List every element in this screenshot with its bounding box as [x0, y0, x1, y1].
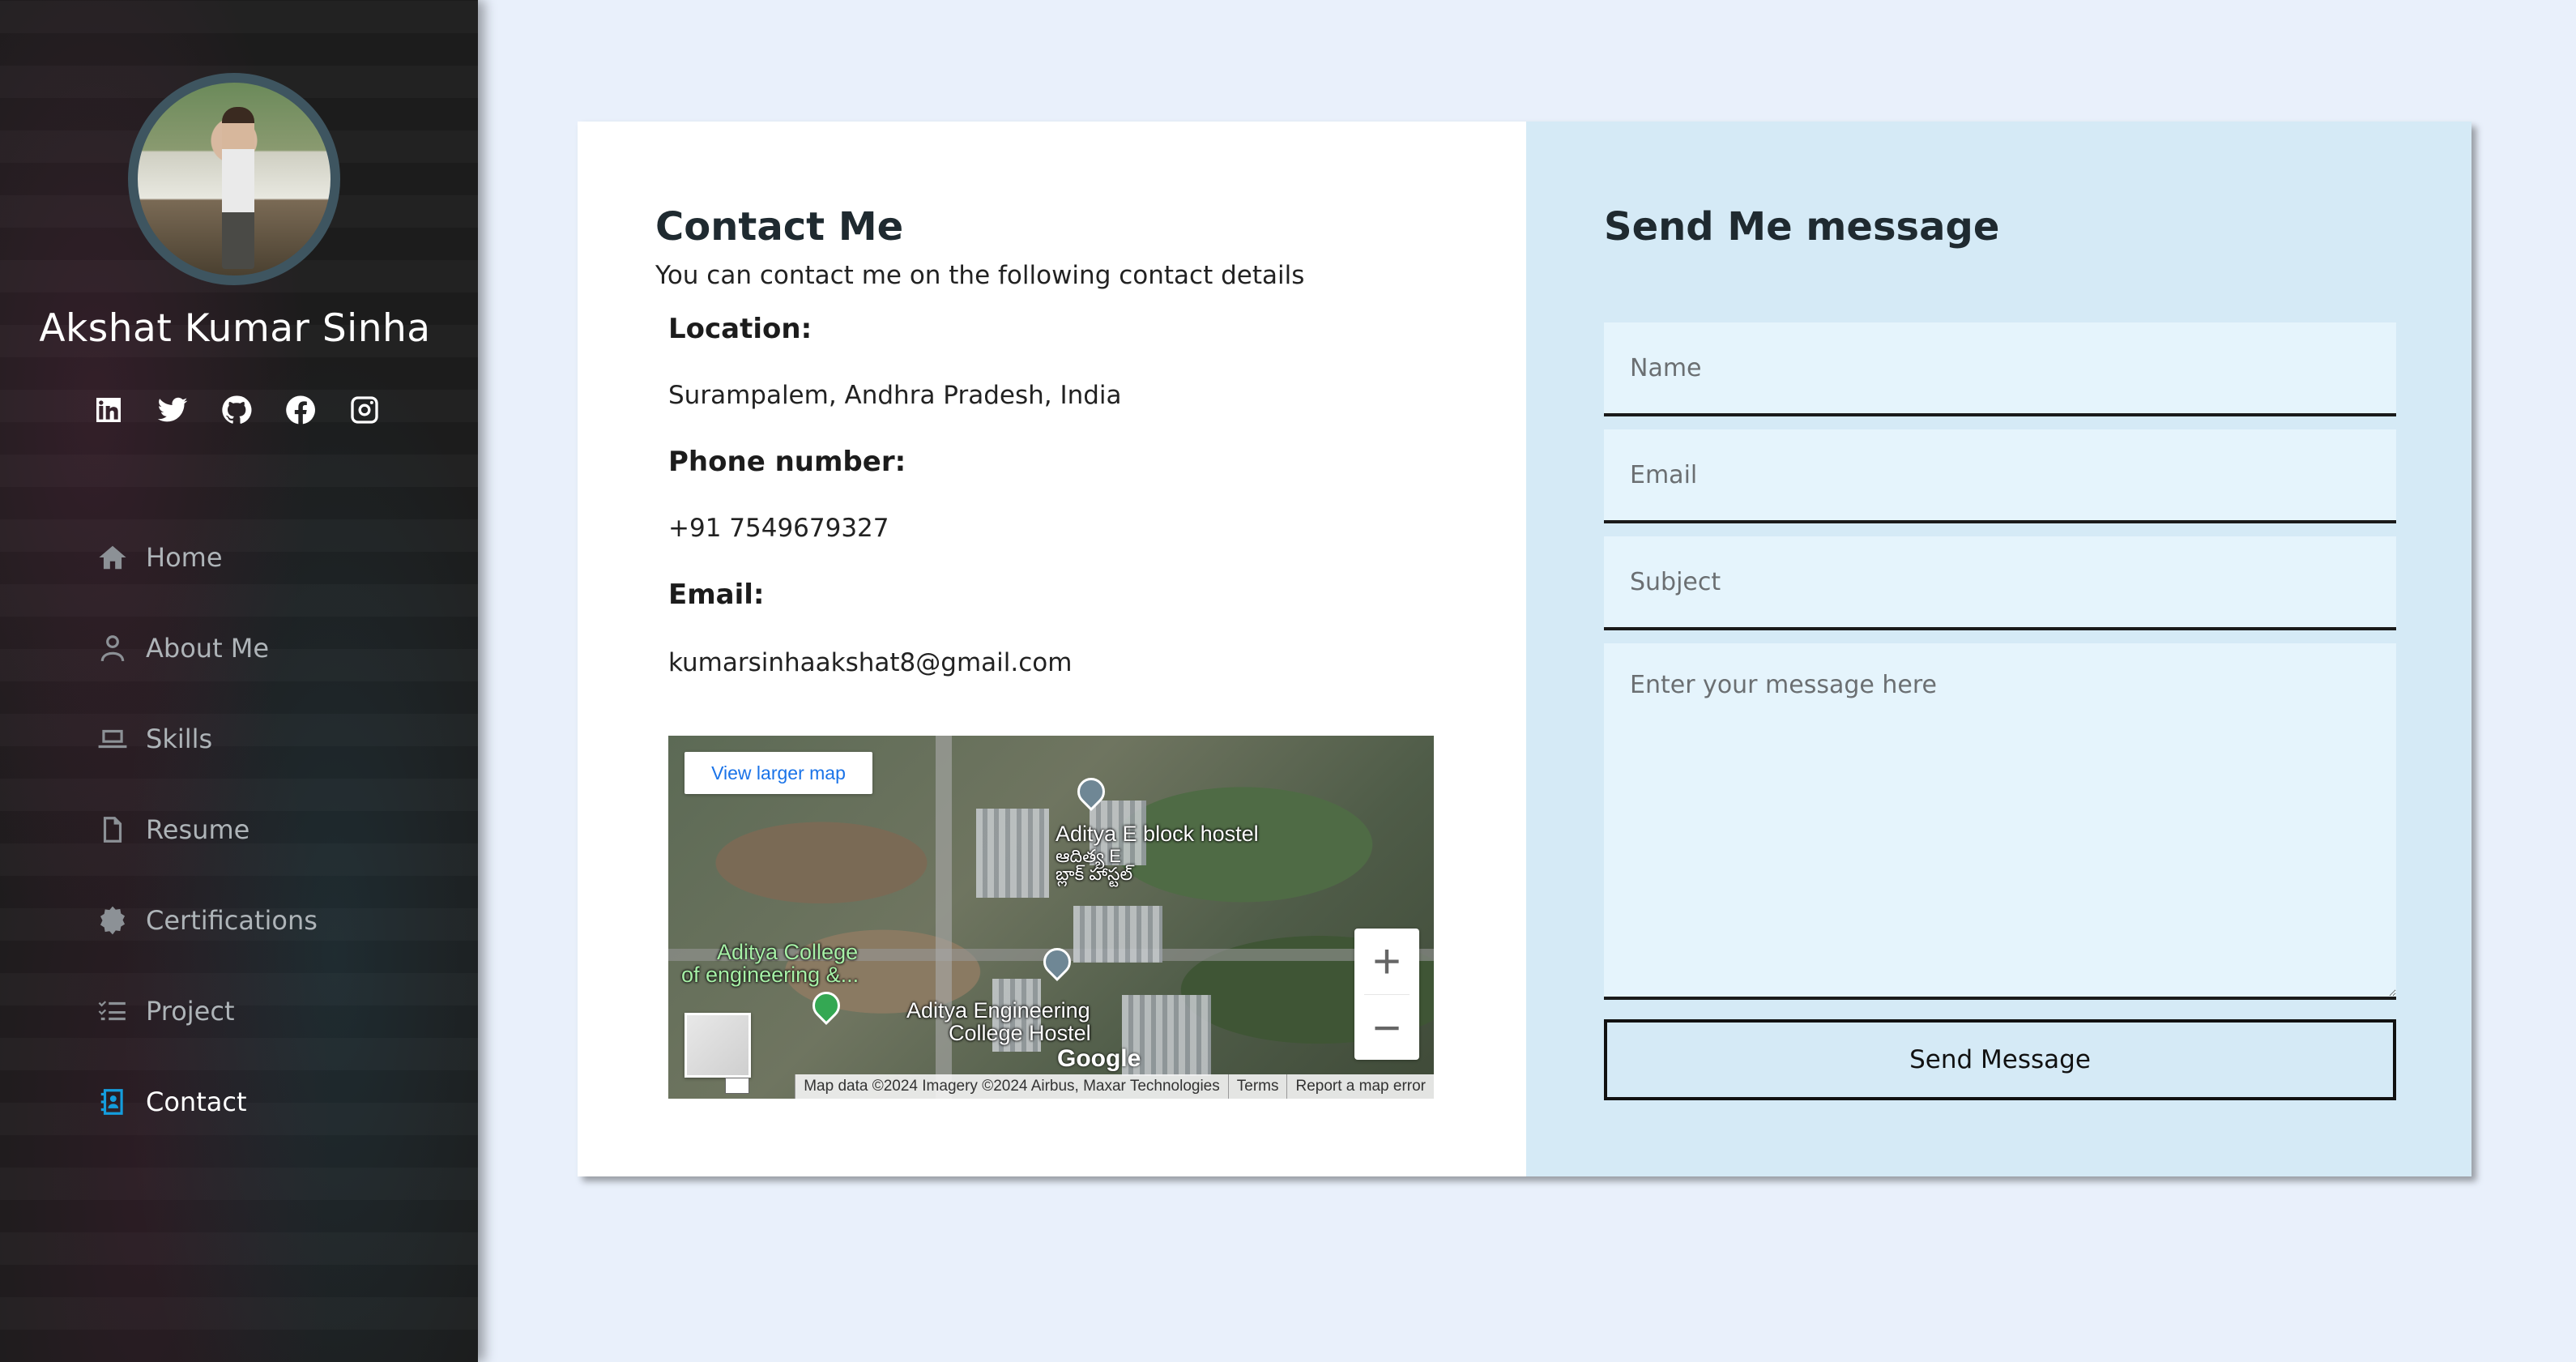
sidebar-item-resume[interactable]: Resume	[97, 807, 249, 852]
map-attribution: Map data ©2024 Imagery ©2024 Airbus, Max…	[795, 1074, 1228, 1099]
sidebar-item-skills[interactable]: Skills	[97, 716, 212, 762]
map-label-college-line2: of engineering &...	[681, 963, 859, 987]
message-form-panel: Send Me message Send Message	[1526, 122, 2472, 1176]
sidebar-item-label: Home	[146, 542, 223, 573]
sidebar-item-label: Resume	[146, 814, 250, 845]
map-label-college-line1: Aditya College	[717, 940, 859, 964]
twitter-link[interactable]	[156, 394, 189, 426]
zoom-out-button[interactable]: −	[1354, 995, 1419, 1061]
keyboard-shortcuts-icon[interactable]	[725, 1078, 749, 1094]
email-label: Email:	[668, 579, 765, 611]
view-larger-map-button[interactable]: View larger map	[685, 752, 872, 794]
google-logo: Google	[1057, 1045, 1141, 1072]
map-type-toggle[interactable]	[685, 1013, 751, 1078]
user-icon	[100, 635, 125, 661]
contact-title: Contact Me	[655, 204, 904, 250]
contact-card: Contact Me You can contact me on the fol…	[578, 122, 2472, 1176]
sidebar-item-home[interactable]: Home	[97, 535, 223, 580]
linkedin-icon	[96, 398, 121, 422]
phone-value: +91 7549679327	[668, 514, 889, 543]
name-input[interactable]	[1604, 322, 2396, 416]
location-label: Location:	[668, 313, 812, 345]
list-icon	[98, 1001, 126, 1021]
sidebar-item-certifications[interactable]: Certifications	[97, 898, 318, 943]
home-icon	[99, 545, 126, 570]
profile-name: Akshat Kumar Sinha	[39, 306, 431, 351]
social-links	[92, 394, 381, 426]
map-footer: Map data ©2024 Imagery ©2024 Airbus, Max…	[668, 1074, 1434, 1099]
map-building	[976, 809, 1049, 898]
map-label-hostel: Aditya E block hostel	[1056, 822, 1259, 846]
contact-card-icon	[100, 1089, 123, 1115]
form-title: Send Me message	[1604, 204, 2000, 250]
sidebar-item-project[interactable]: Project	[97, 988, 234, 1034]
map-label-hostel-local: ఆదిత్య E బ్లాక్ హాస్టల్	[1056, 846, 1133, 884]
sidebar-item-label: About Me	[146, 633, 270, 664]
contact-intro: You can contact me on the following cont…	[655, 261, 1305, 290]
sidebar-item-about[interactable]: About Me	[97, 625, 269, 671]
send-message-button[interactable]: Send Message	[1604, 1019, 2396, 1100]
avatar	[128, 73, 340, 285]
college-pin-icon[interactable]	[806, 985, 847, 1026]
message-textarea[interactable]	[1604, 643, 2396, 1000]
zoom-in-button[interactable]: +	[1354, 929, 1419, 994]
hostel-pin-icon[interactable]	[1037, 941, 1077, 982]
map-building	[1073, 906, 1162, 963]
sidebar-item-label: Certifications	[146, 905, 318, 936]
phone-label: Phone number:	[668, 446, 906, 478]
sidebar-item-label: Project	[146, 996, 235, 1027]
sidebar-item-label: Skills	[146, 724, 213, 754]
email-input[interactable]	[1604, 429, 2396, 523]
sidebar-item-label: Contact	[146, 1087, 247, 1117]
github-link[interactable]	[220, 394, 253, 426]
map-report-error-link[interactable]: Report a map error	[1286, 1074, 1434, 1099]
map-label-eng-line1: Aditya Engineering	[906, 998, 1090, 1023]
facebook-link[interactable]	[284, 394, 317, 426]
avatar-photo	[222, 107, 254, 269]
email-value: kumarsinhaakshat8@gmail.com	[668, 648, 1073, 677]
laptop-icon	[98, 729, 127, 749]
file-icon	[103, 817, 122, 843]
map-zoom-controls: + −	[1354, 929, 1419, 1060]
contact-details-panel: Contact Me You can contact me on the fol…	[578, 122, 1526, 1176]
instagram-icon	[351, 396, 378, 424]
location-value: Surampalem, Andhra Pradesh, India	[668, 381, 1122, 410]
linkedin-link[interactable]	[92, 394, 125, 426]
twitter-icon	[157, 397, 188, 422]
subject-input[interactable]	[1604, 536, 2396, 630]
embedded-map[interactable]: View larger map Aditya E block hostel ఆద…	[668, 736, 1434, 1099]
badge-icon	[100, 906, 126, 935]
map-label-eng-line2: College Hostel	[949, 1021, 1091, 1045]
facebook-icon	[286, 395, 315, 425]
sidebar-item-contact[interactable]: Contact	[97, 1079, 247, 1125]
github-icon	[222, 395, 252, 424]
sidebar: Akshat Kumar Sinha Home About Me Skills	[0, 0, 478, 1362]
map-terms-link[interactable]: Terms	[1227, 1074, 1287, 1099]
instagram-link[interactable]	[348, 394, 381, 426]
